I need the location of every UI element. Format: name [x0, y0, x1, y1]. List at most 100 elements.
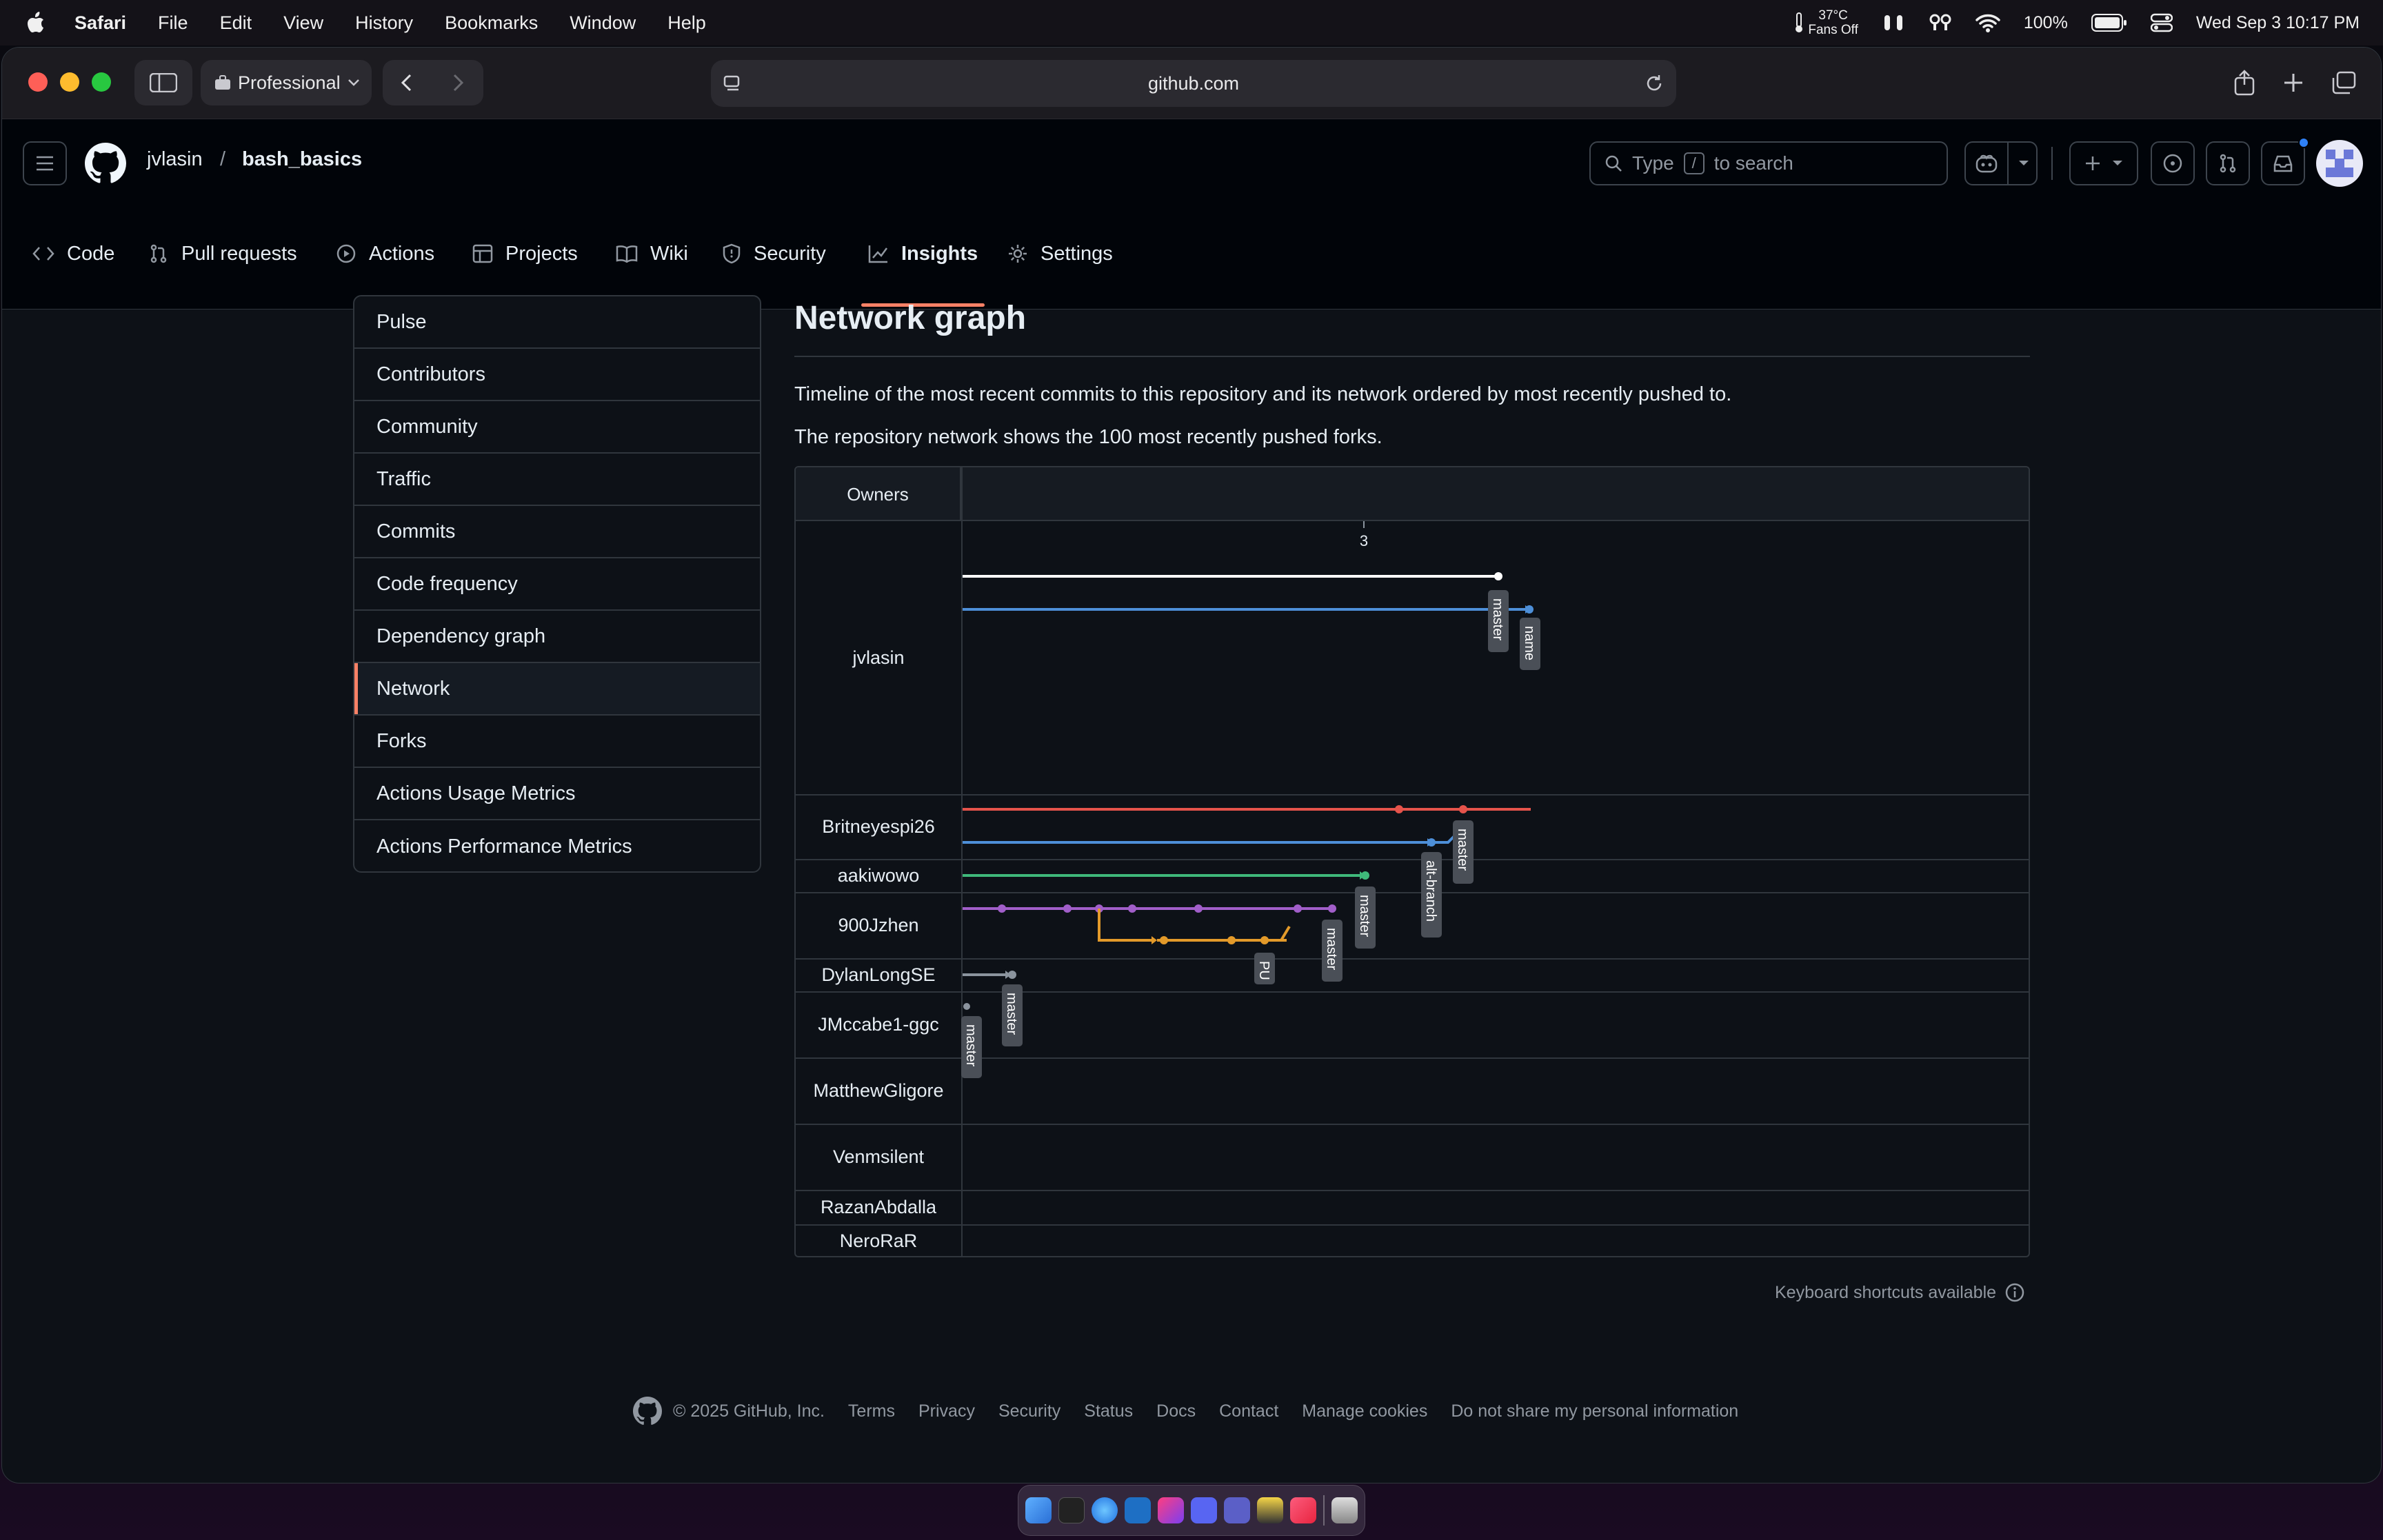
finder-icon[interactable] [1025, 1497, 1052, 1523]
sidebar-item-contributors[interactable]: Contributors [354, 349, 760, 401]
share-icon[interactable] [2233, 70, 2255, 96]
page-menu-icon[interactable] [723, 75, 743, 93]
commit-dot[interactable] [1459, 805, 1467, 813]
notes-icon[interactable] [1257, 1497, 1283, 1523]
create-new-button[interactable] [2069, 141, 2138, 185]
sidebar-item-code-frequency[interactable]: Code frequency [354, 558, 760, 611]
tab-code[interactable]: Code [32, 221, 114, 286]
branch-label-tag[interactable]: master [1322, 920, 1343, 982]
commit-dot[interactable] [1194, 904, 1203, 913]
sidebar-item-network[interactable]: Network [354, 663, 760, 716]
safari-icon[interactable] [1092, 1497, 1118, 1523]
menu-view[interactable]: View [283, 12, 323, 34]
tab-overview-icon[interactable] [2331, 71, 2356, 94]
sidebar-item-pulse[interactable]: Pulse [354, 296, 760, 349]
tab-projects[interactable]: Projects [472, 221, 578, 286]
sidebar-item-traffic[interactable]: Traffic [354, 454, 760, 506]
branch-label-tag[interactable]: master [1002, 984, 1023, 1046]
zoom-window-button[interactable] [92, 72, 111, 92]
branch-label-tag[interactable]: master [1355, 886, 1376, 949]
search-input[interactable]: Type / to search [1589, 141, 1948, 185]
commit-dot[interactable] [998, 904, 1006, 913]
terminal-icon[interactable] [1058, 1497, 1085, 1523]
commit-dot[interactable] [1494, 572, 1502, 580]
trash-icon[interactable] [1331, 1497, 1358, 1523]
branch-label-tag[interactable]: master [1488, 590, 1509, 652]
commit-dot[interactable] [1227, 936, 1236, 944]
footer-link-contact[interactable]: Contact [1219, 1401, 1278, 1421]
repo-name-link[interactable]: bash_basics [242, 148, 362, 171]
commit-dot[interactable] [1395, 805, 1403, 813]
teams-icon[interactable] [1224, 1497, 1250, 1523]
temperature-widget[interactable]: 37°C Fans Off [1794, 8, 1858, 37]
network-graph[interactable]: Owners jvlasin Britneyespi26 aakiwowo 90… [794, 466, 2030, 1257]
commit-dot[interactable] [1328, 904, 1336, 913]
control-center-icon[interactable] [2150, 13, 2173, 32]
clock[interactable]: Wed Sep 3 10:17 PM [2196, 13, 2360, 33]
menu-button[interactable] [23, 141, 67, 185]
menu-help[interactable]: Help [667, 12, 706, 34]
airpods-icon[interactable] [1882, 12, 1905, 33]
branch-label-tag[interactable]: master [1453, 820, 1474, 884]
close-window-button[interactable] [28, 72, 48, 92]
earbuds-icon[interactable] [1929, 12, 1952, 33]
commit-dot[interactable] [963, 1003, 970, 1010]
vscode-icon[interactable] [1125, 1497, 1151, 1523]
avatar[interactable] [2316, 140, 2363, 187]
keyboard-shortcuts-hint[interactable]: Keyboard shortcuts available [1775, 1282, 2025, 1303]
menu-window[interactable]: Window [570, 12, 636, 34]
commit-dot[interactable] [1160, 936, 1168, 944]
tab-settings[interactable]: Settings [1007, 221, 1113, 286]
commit-dot[interactable] [1361, 871, 1369, 880]
sidebar-item-commits[interactable]: Commits [354, 506, 760, 558]
sidebar-item-dependency-graph[interactable]: Dependency graph [354, 611, 760, 663]
address-bar[interactable]: github.com [711, 60, 1676, 107]
pull-requests-button[interactable] [2206, 141, 2250, 185]
sidebar-item-actions-usage-metrics[interactable]: Actions Usage Metrics [354, 768, 760, 820]
sidebar-item-actions-performance-metrics[interactable]: Actions Performance Metrics [354, 820, 760, 871]
back-icon[interactable] [399, 73, 416, 92]
sidebar-item-community[interactable]: Community [354, 401, 760, 454]
battery-icon[interactable] [2091, 14, 2127, 32]
profile-selector[interactable]: Professional [201, 60, 372, 105]
menu-bookmarks[interactable]: Bookmarks [445, 12, 538, 34]
menu-file[interactable]: File [158, 12, 188, 34]
commit-dot[interactable] [1063, 904, 1072, 913]
commit-dot[interactable] [1008, 971, 1016, 979]
discord-icon[interactable] [1191, 1497, 1217, 1523]
issues-button[interactable] [2151, 141, 2195, 185]
music-icon[interactable] [1290, 1497, 1316, 1523]
branch-label-tag[interactable]: alt-branch [1421, 852, 1442, 938]
new-tab-icon[interactable] [2283, 72, 2304, 93]
footer-link-do-not-share[interactable]: Do not share my personal information [1451, 1401, 1738, 1421]
reload-icon[interactable] [1645, 74, 1664, 93]
footer-link-security[interactable]: Security [998, 1401, 1060, 1421]
tab-actions[interactable]: Actions [336, 221, 434, 286]
menu-history[interactable]: History [355, 12, 413, 34]
intellij-icon[interactable] [1158, 1497, 1184, 1523]
tab-insights[interactable]: Insights [861, 221, 985, 307]
inbox-button[interactable] [2261, 137, 2309, 185]
github-logo-icon[interactable] [85, 143, 126, 184]
commit-dot[interactable] [1525, 605, 1534, 614]
repo-owner-link[interactable]: jvlasin [147, 148, 203, 171]
sidebar-item-forks[interactable]: Forks [354, 716, 760, 768]
branch-label-tag[interactable]: PU [1254, 953, 1275, 984]
tab-security[interactable]: Security [722, 221, 826, 286]
commit-dot[interactable] [1294, 904, 1302, 913]
forward-icon[interactable] [449, 73, 465, 92]
branch-label-tag[interactable]: name [1520, 618, 1540, 670]
sidebar-toggle-button[interactable] [134, 60, 192, 105]
minimize-window-button[interactable] [60, 72, 79, 92]
tab-wiki[interactable]: Wiki [616, 221, 688, 286]
branch-label-tag[interactable]: master [961, 1016, 982, 1078]
menu-safari[interactable]: Safari [74, 12, 126, 34]
copilot-button[interactable] [1964, 141, 2038, 185]
footer-link-manage-cookies[interactable]: Manage cookies [1302, 1401, 1427, 1421]
footer-link-status[interactable]: Status [1084, 1401, 1133, 1421]
wifi-icon[interactable] [1975, 13, 2000, 32]
tab-pull-requests[interactable]: Pull requests [148, 221, 297, 286]
footer-link-privacy[interactable]: Privacy [918, 1401, 975, 1421]
apple-menu-icon[interactable] [26, 11, 47, 34]
footer-link-docs[interactable]: Docs [1156, 1401, 1196, 1421]
